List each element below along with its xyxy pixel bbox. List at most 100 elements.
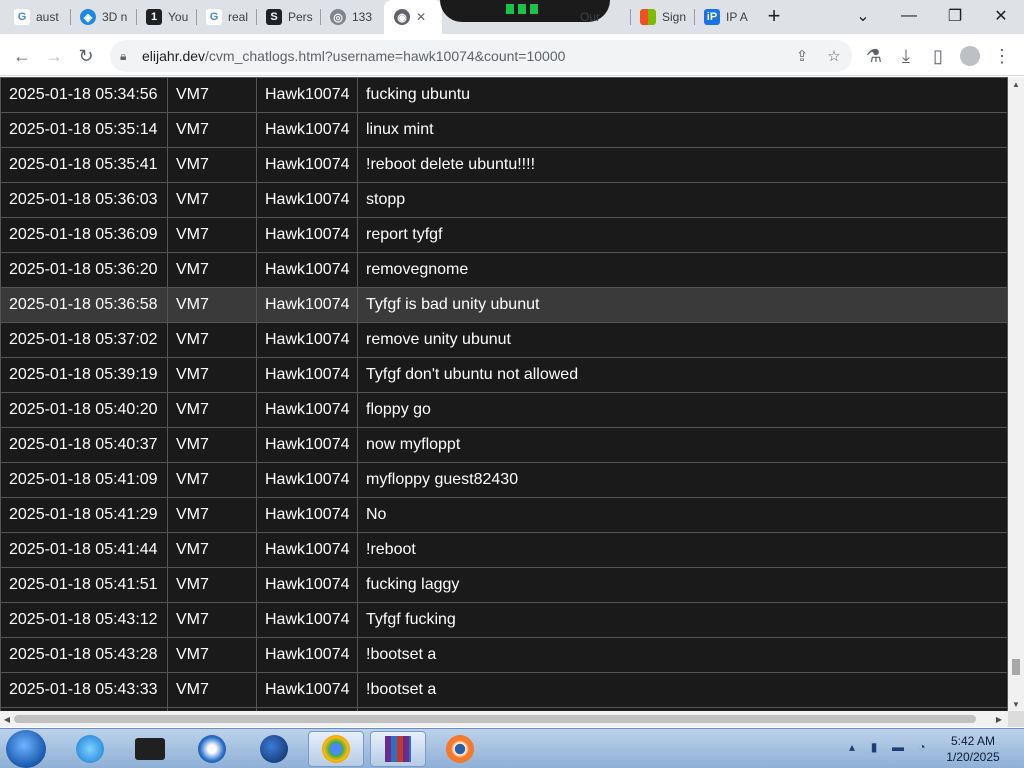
cell-username: Hawk10074 <box>256 497 358 533</box>
tab-6[interactable]: ◎ 133 <box>324 5 380 29</box>
cell-message: !bootset a <box>357 672 1008 708</box>
cell-vm: VM7 <box>167 287 257 323</box>
cell-timestamp: 2025-01-18 05:41:29 <box>0 497 168 533</box>
globe-icon <box>260 735 288 763</box>
cell-timestamp: 2025-01-18 05:40:37 <box>0 427 168 463</box>
address-bar[interactable]: 🔒︎ elijahr.dev/cvm_chatlogs.html?usernam… <box>110 40 852 72</box>
tab-5[interactable]: S Pers <box>260 5 318 29</box>
clock-time: 5:42 AM <box>950 734 996 748</box>
google-icon: G <box>14 9 30 25</box>
table-row: 2025-01-18 05:41:09 VM7 Hawk10074 myfloppy … <box>0 462 1008 498</box>
tab-label: 3D n <box>102 10 128 24</box>
tab-9[interactable]: Sign <box>634 5 692 29</box>
cell-timestamp: 2025-01-18 05:41:44 <box>0 532 168 568</box>
tab-10[interactable]: iP IP A <box>698 5 756 29</box>
table-row: 2025-01-18 05:34:56 VM7 Hawk10074 fucking u… <box>0 77 1008 113</box>
blender-icon <box>446 735 474 763</box>
cell-message: report tyfgf <box>357 217 1008 253</box>
lock-icon: 🔒︎ <box>120 48 127 63</box>
scroll-left-arrow-icon[interactable]: ◀ <box>0 711 14 727</box>
table-row: 2025-01-18 05:40:20 VM7 Hawk10074 floppy go <box>0 392 1008 428</box>
reload-button[interactable]: ↻ <box>72 42 100 70</box>
cell-vm: VM7 <box>167 147 257 183</box>
table-row: 2025-01-18 05:39:19 VM7 Hawk10074 Tyfgf don… <box>0 357 1008 393</box>
taskbar-chrome[interactable] <box>308 731 364 767</box>
cell-timestamp: 2025-01-18 05:43:12 <box>0 602 168 638</box>
cell-vm: VM7 <box>167 182 257 218</box>
table-row: 2025-01-18 05:35:14 VM7 Hawk10074 linux min… <box>0 112 1008 148</box>
forward-button[interactable]: → <box>40 42 68 70</box>
cell-timestamp: 2025-01-18 05:35:14 <box>0 112 168 148</box>
network-tray-icon[interactable]: ▬ <box>890 739 906 755</box>
cell-message: !bootset a <box>357 637 1008 673</box>
start-button[interactable] <box>6 730 46 768</box>
table-row: 2025-01-18 05:40:37 VM7 Hawk10074 now myflo… <box>0 427 1008 463</box>
cell-username: Hawk10074 <box>256 567 358 603</box>
labs-flask-icon[interactable]: ⚗ <box>860 42 888 70</box>
scroll-up-arrow-icon[interactable]: ▲ <box>1008 77 1024 91</box>
new-tab-button[interactable]: + <box>754 0 794 32</box>
horizontal-scrollbar[interactable]: ◀ ▶ <box>0 711 1008 727</box>
tab-1[interactable]: G aust <box>8 5 68 29</box>
cell-message: removegnome <box>357 252 1008 288</box>
table-row: 2025-01-18 05:37:02 VM7 Hawk10074 remove un… <box>0 322 1008 358</box>
bookmark-star-icon[interactable]: ☆ <box>822 44 846 68</box>
vertical-scrollbar[interactable]: ▲ ▼ <box>1008 77 1024 711</box>
cell-vm: VM7 <box>167 672 257 708</box>
show-hidden-icons-arrow[interactable]: ▴ <box>844 739 860 755</box>
cell-timestamp: 2025-01-18 05:36:03 <box>0 182 168 218</box>
tab-search-button[interactable]: ⌄ <box>840 0 886 32</box>
internet-explorer-icon <box>76 735 104 763</box>
table-row: 2025-01-18 05:36:09 VM7 Hawk10074 report ty… <box>0 217 1008 253</box>
cell-timestamp: 2025-01-18 05:36:09 <box>0 217 168 253</box>
share-icon[interactable]: ⇪ <box>790 44 814 68</box>
horizontal-scroll-thumb[interactable] <box>14 715 976 723</box>
url-path: /cvm_chatlogs.html?username=hawk10074&co… <box>205 48 566 64</box>
globe-icon: ◎ <box>330 9 346 25</box>
close-window-button[interactable]: ✕ <box>978 0 1024 32</box>
tab-3[interactable]: 1 You <box>140 5 194 29</box>
scroll-down-arrow-icon[interactable]: ▼ <box>1008 697 1024 711</box>
tab-label: Sign <box>662 10 687 24</box>
cell-message: remove unity ubunut <box>357 322 1008 358</box>
cell-username: Hawk10074 <box>256 602 358 638</box>
tab-4[interactable]: G real <box>200 5 254 29</box>
taskbar-explorer[interactable] <box>122 731 178 767</box>
winrar-icon <box>385 736 411 762</box>
taskbar-media-player[interactable] <box>184 731 240 767</box>
chatlog-page: 2025-01-18 05:34:56 VM7 Hawk10074 fucking u… <box>0 77 1008 711</box>
cell-timestamp: 2025-01-18 05:40:20 <box>0 392 168 428</box>
tab-label: Our <box>580 10 601 24</box>
device-tray-icon[interactable]: ▮ <box>866 739 882 755</box>
taskbar-internet-explorer[interactable] <box>62 731 118 767</box>
url-host: elijahr.dev <box>142 48 206 64</box>
tab-7[interactable]: ◉ ✕ <box>388 5 438 29</box>
cell-username: Hawk10074 <box>256 287 358 323</box>
cell-message: fucking laggy <box>357 567 1008 603</box>
side-panel-icon[interactable]: ▯ <box>924 42 952 70</box>
volume-tray-icon[interactable]: ◔ <box>914 739 930 755</box>
taskbar-blender[interactable] <box>432 731 488 767</box>
menu-kebab-icon[interactable]: ⋮ <box>988 42 1016 70</box>
profile-avatar[interactable] <box>956 42 984 70</box>
cell-username: Hawk10074 <box>256 322 358 358</box>
maximize-button[interactable]: ❐ <box>932 0 978 32</box>
tab-2[interactable]: ◈ 3D n <box>74 5 134 29</box>
taskbar-winrar[interactable] <box>370 731 426 767</box>
download-icon[interactable]: ⤓ <box>892 42 920 70</box>
minimize-button[interactable]: — <box>886 0 932 32</box>
cell-message: Tyfgf is bad unity ubunut <box>357 287 1008 323</box>
vertical-scroll-thumb[interactable] <box>1012 659 1020 675</box>
system-clock[interactable]: 5:42 AM 1/20/2025 <box>930 733 1016 765</box>
clock-date: 1/20/2025 <box>946 750 1000 764</box>
tab-8[interactable]: Our <box>574 5 626 29</box>
cell-timestamp: 2025-01-18 05:41:51 <box>0 567 168 603</box>
tab-close-button[interactable]: ✕ <box>416 10 426 24</box>
one-icon: 1 <box>146 9 162 25</box>
taskbar-globe-app[interactable] <box>246 731 302 767</box>
cell-username: Hawk10074 <box>256 147 358 183</box>
cell-timestamp: 2025-01-18 05:34:56 <box>0 77 168 113</box>
back-button[interactable]: ← <box>8 42 36 70</box>
tab-label: You <box>168 10 189 24</box>
scroll-right-arrow-icon[interactable]: ▶ <box>992 711 1006 727</box>
